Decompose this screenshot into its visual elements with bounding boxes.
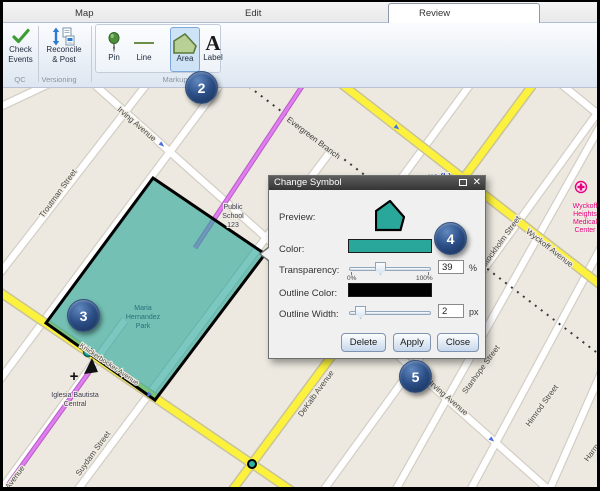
- change-symbol-dialog: Change Symbol ✕ Preview: Color: Transpar…: [268, 175, 486, 359]
- close-button[interactable]: Close: [437, 333, 479, 352]
- svg-text:Center: Center: [574, 227, 596, 234]
- svg-text:123: 123: [227, 222, 239, 229]
- transparency-unit: %: [469, 263, 477, 273]
- svg-text:Medical: Medical: [573, 219, 597, 226]
- svg-text:Heights: Heights: [573, 211, 597, 218]
- slider-min-label: 0%: [347, 275, 356, 282]
- tool-label[interactable]: A Label: [202, 27, 224, 72]
- line-icon: [129, 27, 159, 53]
- group-divider: [38, 26, 39, 82]
- street-label-irving: Irving Avenue: [115, 105, 158, 144]
- application-window: Map Edit Review Check Events QC: [0, 0, 600, 491]
- maximize-icon[interactable]: [459, 179, 467, 186]
- outline-width-unit: px: [469, 307, 479, 317]
- callout-badge-4: 4: [434, 222, 467, 255]
- delete-button[interactable]: Delete: [341, 333, 386, 352]
- outline-width-value-input[interactable]: 2: [438, 304, 464, 318]
- tool-area[interactable]: Area: [170, 27, 200, 72]
- pin-icon: [99, 27, 129, 53]
- street-label-troutman: Troutman Street: [37, 167, 79, 219]
- transparency-slider-thumb[interactable]: [375, 262, 386, 275]
- transparency-label: Transparency:: [279, 265, 339, 276]
- svg-text:Hernandez: Hernandez: [126, 314, 161, 321]
- hospital-label: Wyckoff: [573, 203, 597, 210]
- church-label: Iglesia Bautista: [51, 392, 99, 399]
- callout-badge-5: 5: [399, 360, 432, 393]
- ribbon-toolbar: Check Events QC Reconcile & Post Version…: [3, 23, 597, 88]
- dialog-title: Change Symbol: [274, 177, 342, 188]
- outline-width-slider-thumb[interactable]: [355, 306, 366, 319]
- svg-text:Central: Central: [64, 401, 87, 408]
- color-label: Color:: [279, 244, 304, 255]
- group-label-versioning: Versioning: [29, 75, 89, 84]
- hospital-icon: [576, 182, 587, 193]
- close-icon[interactable]: ✕: [473, 176, 481, 190]
- station-dot: [248, 460, 256, 468]
- preview-label: Preview:: [279, 212, 315, 223]
- dialog-titlebar[interactable]: Change Symbol ✕: [269, 176, 485, 190]
- group-divider: [91, 26, 92, 82]
- symbol-preview: [375, 200, 405, 232]
- outline-color-swatch[interactable]: [348, 283, 432, 297]
- svg-text:School: School: [222, 213, 244, 220]
- callout-badge-3: 3: [67, 299, 100, 332]
- svg-text:Park: Park: [136, 323, 151, 330]
- fill-color-swatch[interactable]: [348, 239, 432, 253]
- reconcile-post-icon: [40, 25, 88, 45]
- reconcile-post-button[interactable]: Reconcile & Post: [40, 25, 88, 64]
- park-label: Maria: [134, 305, 152, 312]
- markup-tool-panel: Pin Line Area A Label: [95, 24, 221, 73]
- transparency-slider[interactable]: [349, 267, 431, 271]
- label-icon: A: [202, 27, 224, 53]
- rail-label-evergreen-branch: Evergreen Branch: [285, 115, 342, 161]
- callout-badge-2: 2: [185, 71, 218, 104]
- church-cross-icon: +: [70, 368, 79, 385]
- outline-color-label: Outline Color:: [279, 288, 337, 299]
- ribbon-tab-row: Map Edit Review: [3, 2, 597, 23]
- tool-pin[interactable]: Pin: [99, 27, 129, 72]
- street-label-harman: Harman Street: [582, 415, 597, 463]
- slider-max-label: 100%: [416, 275, 433, 282]
- apply-button[interactable]: Apply: [393, 333, 431, 352]
- tab-review[interactable]: Review: [388, 3, 540, 23]
- outline-width-label: Outline Width:: [279, 309, 339, 320]
- area-icon: [171, 28, 199, 54]
- tool-line[interactable]: Line: [129, 27, 159, 72]
- check-events-button[interactable]: Check Events: [4, 25, 37, 64]
- check-icon: [4, 25, 37, 45]
- school-label: Public: [223, 204, 243, 211]
- tab-edit[interactable]: Edit: [235, 5, 271, 23]
- transparency-value-input[interactable]: 39: [438, 260, 464, 274]
- tab-map[interactable]: Map: [65, 5, 103, 23]
